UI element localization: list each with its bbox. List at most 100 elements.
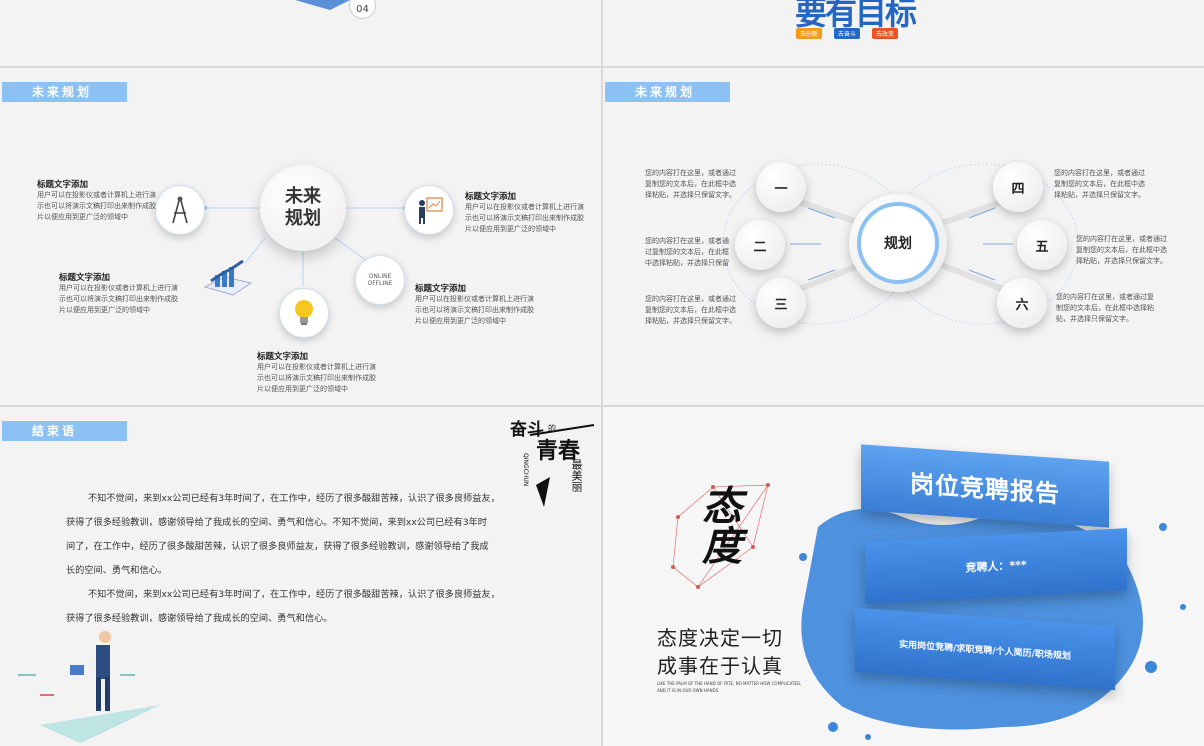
item-1-title: 标题文字添加 xyxy=(37,180,89,190)
text-6-line2: 制您的文本后，在此框中选择粘 xyxy=(1056,304,1154,312)
text-4: 您的内容打在这里，或者通过 复制您的文本后，在此框中选 择粘贴，并选择只保留文字… xyxy=(1054,168,1164,201)
node-6: 六 xyxy=(997,278,1047,328)
report-title: 岗位竞聘报告 xyxy=(910,469,1060,508)
item-4: 标题文字添加 用户可以在投影仪或者计算机上进行演 示也可以将演示文稿打印出来制作… xyxy=(415,282,545,327)
item-1: 标题文字添加 用户可以在投影仪或者计算机上进行演 示也可以将演示文稿打印出来制作… xyxy=(37,178,167,223)
badge-change: 去改变 xyxy=(872,28,899,39)
item-4-desc-line3: 片以便应用到更广泛的领域中 xyxy=(415,317,506,325)
text-1-line3: 择粘贴，并选择只保留文字。 xyxy=(645,191,736,199)
item-2-desc-line2: 示也可以将演示文稿打印出来制作成胶 xyxy=(465,214,584,222)
text-6-line1: 您的内容打在这里，或者通过复 xyxy=(1056,293,1154,301)
text-6-line3: 贴，并选择只保留文字。 xyxy=(1056,315,1133,323)
brush-title: 态度 xyxy=(695,485,741,565)
paragraph-line-4: 长的空间、勇气和信心。 xyxy=(66,565,168,576)
center-node: 规划 xyxy=(849,194,947,292)
paragraph-line-1: 不知不觉间，来到xx公司已经有3年时间了，在工作中，经历了很多酸甜苦辣，认识了很… xyxy=(88,493,500,504)
paragraph-line-2: 获得了很多经验教训，感谢领导给了我成长的空间、勇气和信心。不知不觉间，来到xx公… xyxy=(66,517,487,528)
text-2-line2: 过复制您的文本后，在此框 xyxy=(645,248,729,256)
item-3-desc-line1: 用户可以在投影仪或者计算机上进行演 xyxy=(59,284,178,292)
node-online: ONLINE OFFLINE xyxy=(355,255,405,305)
text-1: 您的内容打在这里，或者通过 复制您的文本后，在此框中选 择粘贴，并选择只保留文字… xyxy=(645,168,755,201)
item-2: 标题文字添加 用户可以在投影仪或者计算机上进行演 示也可以将演示文稿打印出来制作… xyxy=(465,190,595,235)
arrow-graphic xyxy=(295,0,350,10)
center-label-line2: 规划 xyxy=(285,208,321,229)
node-3-label: 三 xyxy=(774,297,788,313)
presenter-icon xyxy=(419,197,443,224)
paragraph-line-5: 不知不觉间，来到xx公司已经有3年时间了，在工作中，经历了很多酸甜苦辣，认识了很… xyxy=(88,589,500,600)
english-line2: AND IT IS IN OUR OWN HANDS. xyxy=(657,688,720,693)
slide-conclusion[interactable]: 结束语 奋斗 的 青春 最美丽 QINGCHUN 不知不觉间，来到xx公司已经有… xyxy=(0,407,601,746)
item-2-title: 标题文字添加 xyxy=(465,192,517,202)
item-4-desc-line1: 用户可以在投影仪或者计算机上进行演 xyxy=(415,295,534,303)
text-2: 您的内容打在这里，或者通 过复制您的文本后，在此框 中选择粘贴，并选择只保留 xyxy=(645,236,745,269)
text-6: 您的内容打在这里，或者通过复 制您的文本后，在此框中选择粘 贴，并选择只保留文字… xyxy=(1056,292,1176,325)
subtitle-label: 实用岗位竞聘/求职竞聘/个人简历/职场规划 xyxy=(899,639,1071,662)
node-6-label: 六 xyxy=(1015,297,1029,313)
text-3: 您的内容打在这里，或者通过 复制您的文本后，在此框中选 择粘贴，并选择只保留文字… xyxy=(645,294,755,327)
item-1-desc-line3: 片以便应用到更广泛的领域中 xyxy=(37,213,128,221)
slide-future-plan-radial[interactable]: 未来规划 未来 规划 ONLINE OFFLINE 标题文字添加 用户可以在投影… xyxy=(0,68,601,405)
text-5-line2: 复制您的文本后，在此框中选 xyxy=(1076,246,1167,254)
node-4: 四 xyxy=(993,162,1043,212)
laptop-word-online: ONLINE xyxy=(368,273,392,280)
text-2-line3: 中选择粘贴，并选择只保留 xyxy=(645,259,729,267)
center-label-line1: 未来 xyxy=(285,186,321,207)
text-1-line1: 您的内容打在这里，或者通过 xyxy=(645,169,736,177)
item-5: 标题文字添加 用户可以在投影仪或者计算机上进行演 示也可以将演示文稿打印出来制作… xyxy=(257,350,387,395)
text-2-line1: 您的内容打在这里，或者通 xyxy=(645,237,729,245)
slogan-line2: 成事在于认真 xyxy=(657,654,783,678)
item-4-title: 标题文字添加 xyxy=(415,284,467,294)
paragraph-line-3: 间了，在工作中，经历了很多酸甜苦辣，认识了很多良师益友，获得了很多经验教训，感谢… xyxy=(66,541,489,552)
node-3: 三 xyxy=(756,278,806,328)
text-5-line3: 择粘贴，并选择只保留文字。 xyxy=(1076,257,1167,265)
item-1-desc-line2: 示也可以将演示文稿打印出来制作成胶 xyxy=(37,202,156,210)
text-3-line1: 您的内容打在这里，或者通过 xyxy=(645,295,736,303)
text-4-line3: 择粘贴，并选择只保留文字。 xyxy=(1054,191,1145,199)
item-5-title: 标题文字添加 xyxy=(257,352,309,362)
slogan-line1: 态度决定一切 xyxy=(657,626,783,650)
text-4-line2: 复制您的文本后，在此框中选 xyxy=(1054,180,1145,188)
center-label: 规划 xyxy=(884,236,912,252)
section-tag: 结束语 xyxy=(2,421,127,441)
item-1-desc-line1: 用户可以在投影仪或者计算机上进行演 xyxy=(37,191,156,199)
node-5-label: 五 xyxy=(1035,239,1049,255)
slide-thumbnail-previous-right[interactable]: 要有目标 去创新 去奋斗 去改变 xyxy=(603,0,1204,66)
item-5-desc-line2: 示也可以将演示文稿打印出来制作成胶 xyxy=(257,374,376,382)
text-5-line1: 您的内容打在这里，或者通过 xyxy=(1076,235,1167,243)
text-5: 您的内容打在这里，或者通过 复制您的文本后，在此框中选 择粘贴，并选择只保留文字… xyxy=(1076,234,1186,267)
node-1: 一 xyxy=(756,162,806,212)
text-3-line2: 复制您的文本后，在此框中选 xyxy=(645,306,736,314)
laptop-word-offline: OFFLINE xyxy=(367,280,393,287)
item-3: 标题文字添加 用户可以在投影仪或者计算机上进行演 示也可以将演示文稿打印出来制作… xyxy=(59,271,189,316)
item-2-desc-line3: 片以便应用到更广泛的领域中 xyxy=(465,225,556,233)
item-5-desc-line1: 用户可以在投影仪或者计算机上进行演 xyxy=(257,363,376,371)
item-3-desc-line3: 片以便应用到更广泛的领域中 xyxy=(59,306,150,314)
item-4-desc-line2: 示也可以将演示文稿打印出来制作成胶 xyxy=(415,306,534,314)
node-presenter xyxy=(404,185,454,235)
node-bulb xyxy=(279,288,329,338)
text-4-line1: 您的内容打在这里，或者通过 xyxy=(1054,169,1145,177)
item-2-desc-line1: 用户可以在投影仪或者计算机上进行演 xyxy=(465,203,584,211)
compass-icon xyxy=(172,196,188,224)
presenter-label: 竞聘人：*** xyxy=(965,558,1027,575)
lightbulb-icon xyxy=(295,300,313,325)
badge-innovate: 去创新 xyxy=(796,28,823,39)
slide-thumbnail-previous-left[interactable]: 04 xyxy=(0,0,601,66)
text-3-line3: 择粘贴，并选择只保留文字。 xyxy=(645,317,736,325)
node-4-label: 四 xyxy=(1011,181,1025,197)
center-node: 未来 规划 xyxy=(260,165,346,251)
item-5-desc-line3: 片以便应用到更广泛的领域中 xyxy=(257,385,348,393)
sub-badges: 去创新 去奋斗 去改变 xyxy=(796,28,899,39)
item-3-desc-line2: 示也可以将演示文稿打印出来制作成胶 xyxy=(59,295,178,303)
badge-strive: 去奋斗 xyxy=(834,28,861,39)
node-5: 五 xyxy=(1017,220,1067,270)
text-1-line2: 复制您的文本后，在此框中选 xyxy=(645,180,736,188)
slide-cover-job-competition[interactable]: 态度 态度决定一切 成事在于认真 LIKE THE PALM OF THE HA… xyxy=(603,407,1204,746)
node-1-label: 一 xyxy=(774,181,788,197)
item-3-title: 标题文字添加 xyxy=(59,273,111,283)
center-ring: 规划 xyxy=(857,202,939,284)
slide-future-plan-six[interactable]: 未来规划 规划 一 二 三 四 五 六 您的内容打在这里，或者通过 复制您的文本… xyxy=(603,68,1204,405)
node-chart xyxy=(203,253,253,301)
english-line1: LIKE THE PALM OF THE HAND OF FATE, NO MA… xyxy=(657,681,802,686)
node-2-label: 二 xyxy=(753,239,767,255)
